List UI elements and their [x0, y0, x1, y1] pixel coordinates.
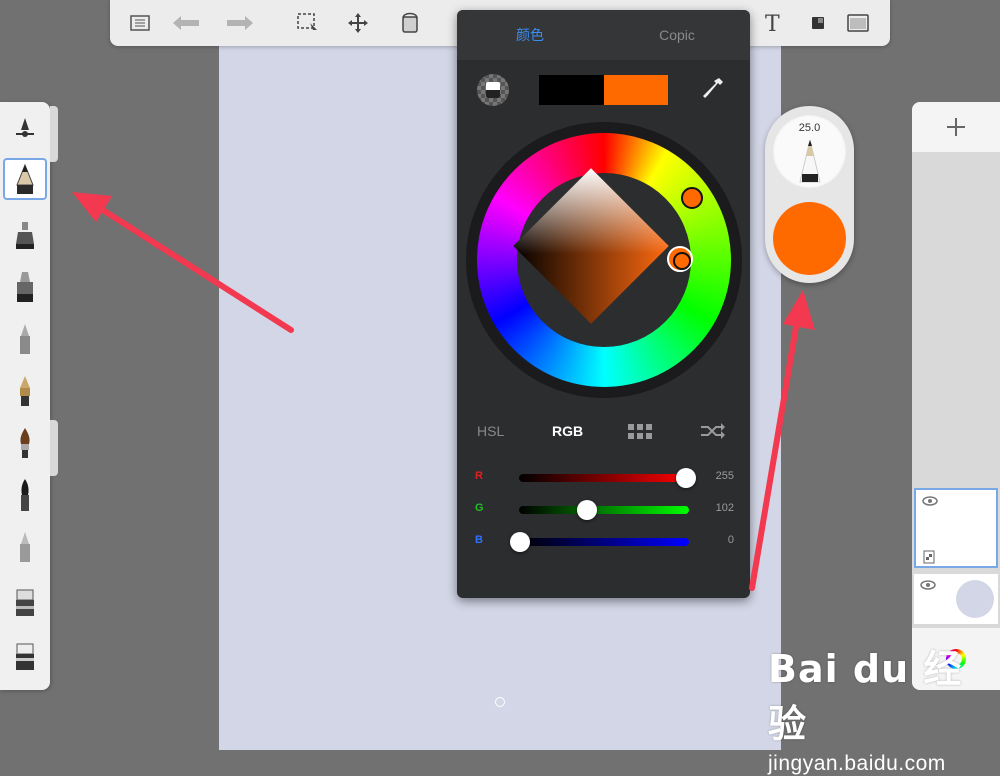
shuffle-icon[interactable]	[700, 423, 726, 444]
plus-icon	[947, 118, 965, 136]
primary-color-swatch[interactable]	[604, 75, 668, 105]
baidu-watermark: Bai du 经验 jingyan.baidu.com	[768, 638, 1000, 776]
slider-green-track[interactable]	[519, 506, 689, 514]
mode-rgb[interactable]: RGB	[552, 420, 583, 442]
transparency-toggle-icon[interactable]	[477, 74, 509, 106]
slider-green-knob[interactable]	[577, 500, 597, 520]
tab-copic[interactable]: Copic	[604, 10, 750, 60]
list-icon[interactable]	[122, 0, 158, 46]
slider-red: R 255	[457, 467, 750, 489]
slider-green-value: 102	[715, 502, 734, 514]
mode-hsl[interactable]: HSL	[477, 420, 504, 442]
brush-size-control[interactable]: 25.0	[772, 114, 847, 189]
move-icon[interactable]	[340, 0, 376, 46]
eraser-icon[interactable]	[4, 582, 46, 624]
airbrush-icon[interactable]	[4, 214, 46, 256]
layer-icon[interactable]	[800, 0, 836, 46]
pencil-preview-icon	[798, 138, 822, 189]
layer-item-active[interactable]	[914, 488, 998, 568]
slider-red-value: 255	[715, 470, 734, 482]
color-wheel[interactable]	[466, 122, 742, 398]
marker-icon[interactable]	[4, 266, 46, 308]
color-mode-row: HSL RGB	[457, 420, 750, 442]
slider-green: G 102	[457, 499, 750, 521]
fill-bucket-icon[interactable]	[392, 0, 428, 46]
undo-icon[interactable]	[168, 0, 204, 46]
slider-red-track[interactable]	[519, 474, 689, 482]
selection-icon[interactable]	[290, 0, 326, 46]
watermark-url: jingyan.baidu.com	[768, 752, 946, 775]
smudge-icon[interactable]	[4, 526, 46, 568]
fullscreen-icon[interactable]	[840, 0, 876, 46]
brush-color-swatch[interactable]	[773, 202, 846, 275]
layer-item-background[interactable]	[914, 574, 998, 624]
tray-handle-top[interactable]	[50, 106, 58, 162]
redo-icon[interactable]	[222, 0, 258, 46]
swatch-grid-icon[interactable]	[628, 424, 652, 445]
slider-blue-track[interactable]	[519, 538, 689, 546]
slider-red-label: R	[475, 470, 483, 482]
fountain-pen-icon[interactable]	[4, 370, 46, 412]
slider-green-label: G	[475, 502, 484, 514]
ink-brush-icon[interactable]	[4, 474, 46, 516]
canvas-handle-icon[interactable]	[495, 697, 505, 707]
hue-cursor[interactable]	[681, 187, 703, 209]
layer-blend-icon[interactable]	[923, 550, 935, 564]
swatch-row	[457, 72, 750, 110]
saturation-cursor[interactable]	[667, 246, 693, 272]
brush-tray	[0, 102, 50, 690]
eye-icon[interactable]	[922, 496, 938, 506]
secondary-color-swatch[interactable]	[539, 75, 604, 105]
slider-blue: B 0	[457, 531, 750, 553]
background-color-swatch[interactable]	[956, 580, 994, 618]
slider-red-knob[interactable]	[676, 468, 696, 488]
text-icon[interactable]: T	[755, 0, 791, 46]
watermark-logo: Bai du 经验	[768, 647, 963, 746]
tray-handle-bottom[interactable]	[50, 420, 58, 476]
eyedropper-icon[interactable]	[701, 76, 725, 107]
pencil-brush-icon[interactable]	[3, 158, 47, 200]
paintbrush-icon[interactable]	[4, 422, 46, 464]
color-editor-panel: 颜色 Copic HSL RGB R 255 G 102 B 0	[457, 10, 750, 598]
slider-blue-label: B	[475, 534, 483, 546]
brush-puck[interactable]: 25.0	[765, 106, 854, 283]
brush-settings-icon[interactable]	[4, 106, 46, 148]
tab-color[interactable]: 颜色	[457, 10, 603, 60]
add-layer-button[interactable]	[912, 102, 1000, 152]
slider-blue-value: 0	[727, 534, 734, 546]
layer-tray	[912, 102, 1000, 690]
brush-size-value: 25.0	[798, 122, 821, 134]
ballpoint-icon[interactable]	[4, 318, 46, 360]
eye-icon[interactable]	[920, 580, 936, 590]
svg-text:T: T	[765, 12, 780, 34]
color-panel-tabs: 颜色 Copic	[457, 10, 750, 60]
hard-eraser-icon[interactable]	[4, 636, 46, 678]
slider-blue-knob[interactable]	[510, 532, 530, 552]
